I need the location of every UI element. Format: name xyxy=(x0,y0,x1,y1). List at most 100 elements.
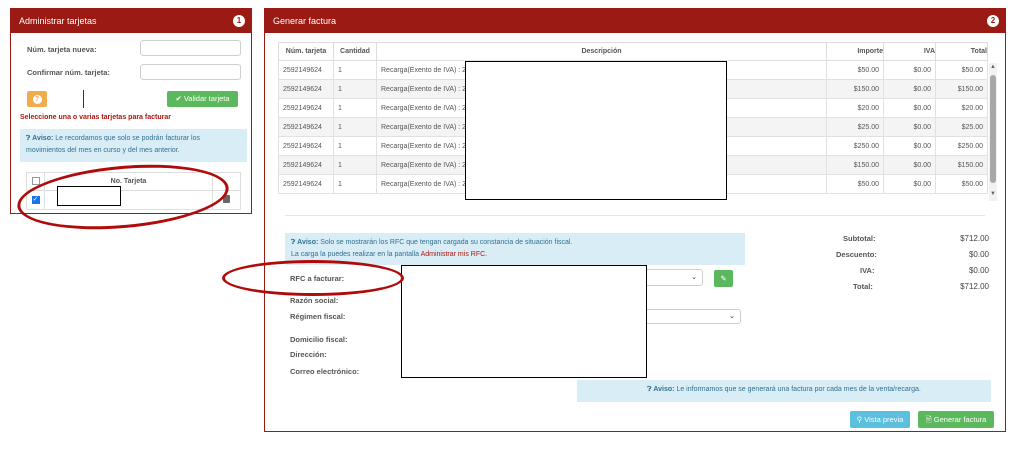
info-icon: ❓︎ xyxy=(26,135,31,142)
manage-cards-title: Administrar tarjetas xyxy=(19,16,97,26)
help-button[interactable]: ? xyxy=(27,91,47,107)
regimen-fiscal-label: Régimen fiscal: xyxy=(290,312,346,321)
table-cell: $0.00 xyxy=(883,117,936,137)
invoice-notice-title: Aviso: xyxy=(653,386,675,393)
confirm-card-input[interactable] xyxy=(140,64,241,80)
iva-label: IVA: xyxy=(860,266,875,275)
rfc-notice-text: Solo se mostrarán los RFC que tengan car… xyxy=(318,239,573,246)
generate-invoice-button-label: Generar factura xyxy=(933,415,987,424)
table-cell: $0.00 xyxy=(883,60,936,80)
table-divider xyxy=(285,215,985,216)
table-cell: 2592149624 xyxy=(278,117,334,137)
table-cell: $50.00 xyxy=(935,60,988,80)
cards-notice: ❓︎ Aviso: Le recordamos que solo se podr… xyxy=(20,129,247,162)
col-description: Descripción xyxy=(376,42,827,61)
search-icon: ⚲ xyxy=(856,415,863,424)
domicilio-fiscal-label: Domicilio fiscal: xyxy=(290,335,348,344)
table-cell: 1 xyxy=(333,117,377,137)
correo-label: Correo electrónico: xyxy=(290,367,360,376)
pencil-icon: ✎ xyxy=(720,274,727,283)
descuento-label: Descuento: xyxy=(836,250,877,259)
col-total: Total xyxy=(935,42,988,61)
iva-value: $0.00 xyxy=(968,266,989,275)
table-cell: 1 xyxy=(333,155,377,175)
table-cell: 2592149624 xyxy=(278,155,334,175)
step-badge-2: 2 xyxy=(987,15,999,27)
info-icon: ❓︎ xyxy=(647,386,652,393)
table-cell: 1 xyxy=(333,174,377,194)
table-cell: $25.00 xyxy=(826,117,884,137)
table-cell: $20.00 xyxy=(935,98,988,118)
cards-notice-text: Le recordamos que solo se podrán factura… xyxy=(26,135,201,154)
table-cell: 1 xyxy=(333,136,377,156)
items-header-row: Núm. tarjeta Cantidad Descripción Import… xyxy=(278,42,988,61)
confirm-card-label: Confirmar núm. tarjeta: xyxy=(27,68,110,77)
highlight-ellipse-rfc xyxy=(222,260,404,296)
table-cell: 1 xyxy=(333,60,377,80)
redacted-fiscal-info xyxy=(401,265,647,378)
help-icon: ? xyxy=(32,95,42,104)
table-cell: $150.00 xyxy=(826,155,884,175)
generate-invoice-button[interactable]: 🗎︎ Generar factura xyxy=(918,411,994,428)
rfc-notice-title: Aviso: xyxy=(297,239,319,246)
validate-card-button[interactable]: ✔ Validar tarjeta xyxy=(167,91,238,107)
file-icon: 🗎︎ xyxy=(925,415,932,424)
manage-rfc-link[interactable]: Administrar mis RFC. xyxy=(421,251,488,258)
direccion-label: Dirección: xyxy=(290,350,327,359)
table-cell: $0.00 xyxy=(883,98,936,118)
cursor-caret xyxy=(83,90,84,108)
edit-rfc-button[interactable]: ✎ xyxy=(714,270,733,287)
table-cell: $0.00 xyxy=(883,79,936,99)
table-cell: $150.00 xyxy=(935,155,988,175)
scrollbar-thumb[interactable] xyxy=(990,75,996,183)
preview-button[interactable]: ⚲ Vista previa xyxy=(850,411,910,428)
table-scrollbar[interactable]: ▲ ▼ xyxy=(989,63,997,201)
table-cell: 2592149624 xyxy=(278,60,334,80)
manage-cards-header: Administrar tarjetas xyxy=(11,9,251,33)
table-cell: $150.00 xyxy=(935,79,988,99)
total-value: $712.00 xyxy=(960,282,989,291)
razon-social-label: Razón social: xyxy=(290,296,339,305)
table-cell: 2592149624 xyxy=(278,174,334,194)
table-cell: 1 xyxy=(333,79,377,99)
descuento-value: $0.00 xyxy=(968,250,989,259)
rfc-notice: ❓︎ Aviso: Solo se mostrarán los RFC que … xyxy=(285,233,745,265)
table-cell: 1 xyxy=(333,98,377,118)
invoice-notice: ❓︎ Aviso: Le informamos que se generará … xyxy=(577,380,991,402)
generate-invoice-header: Generar factura xyxy=(265,9,1005,33)
table-cell: $0.00 xyxy=(883,174,936,194)
chevron-down-icon: ⌄ xyxy=(729,313,735,320)
total-label: Total: xyxy=(853,282,873,291)
step-badge-1: 1 xyxy=(233,15,245,27)
table-cell: $25.00 xyxy=(935,117,988,137)
scroll-down-arrow[interactable]: ▼ xyxy=(990,191,996,197)
table-cell: 2592149624 xyxy=(278,79,334,99)
new-card-label: Núm. tarjeta nueva: xyxy=(27,45,97,54)
table-cell: $150.00 xyxy=(826,79,884,99)
table-cell: $0.00 xyxy=(883,155,936,175)
col-amount: Importe xyxy=(826,42,884,61)
table-cell: $250.00 xyxy=(826,136,884,156)
chevron-down-icon: ⌄ xyxy=(691,274,697,281)
select-cards-heading: Seleccione una o varias tarjetas para fa… xyxy=(20,114,171,121)
rfc-notice-line2: La carga la puedes realizar en la pantal… xyxy=(291,251,421,258)
generate-invoice-title: Generar factura xyxy=(273,16,337,26)
invoice-notice-text: Le informamos que se generará una factur… xyxy=(674,386,921,393)
select-all-checkbox[interactable] xyxy=(31,176,40,185)
new-card-input[interactable] xyxy=(140,40,241,56)
subtotal-value: $712.00 xyxy=(960,234,989,243)
scroll-up-arrow[interactable]: ▲ xyxy=(990,64,996,70)
col-iva: IVA xyxy=(883,42,936,61)
col-quantity: Cantidad xyxy=(333,42,377,61)
info-icon: ❓︎ xyxy=(291,239,296,246)
redacted-description xyxy=(465,61,727,200)
table-cell: $50.00 xyxy=(826,174,884,194)
table-cell: $50.00 xyxy=(826,60,884,80)
subtotal-label: Subtotal: xyxy=(843,234,876,243)
table-cell: $50.00 xyxy=(935,174,988,194)
col-card-number: Núm. tarjeta xyxy=(278,42,334,61)
table-cell: 2592149624 xyxy=(278,98,334,118)
cards-notice-title: Aviso: xyxy=(32,135,54,142)
table-cell: $250.00 xyxy=(935,136,988,156)
table-cell: $20.00 xyxy=(826,98,884,118)
